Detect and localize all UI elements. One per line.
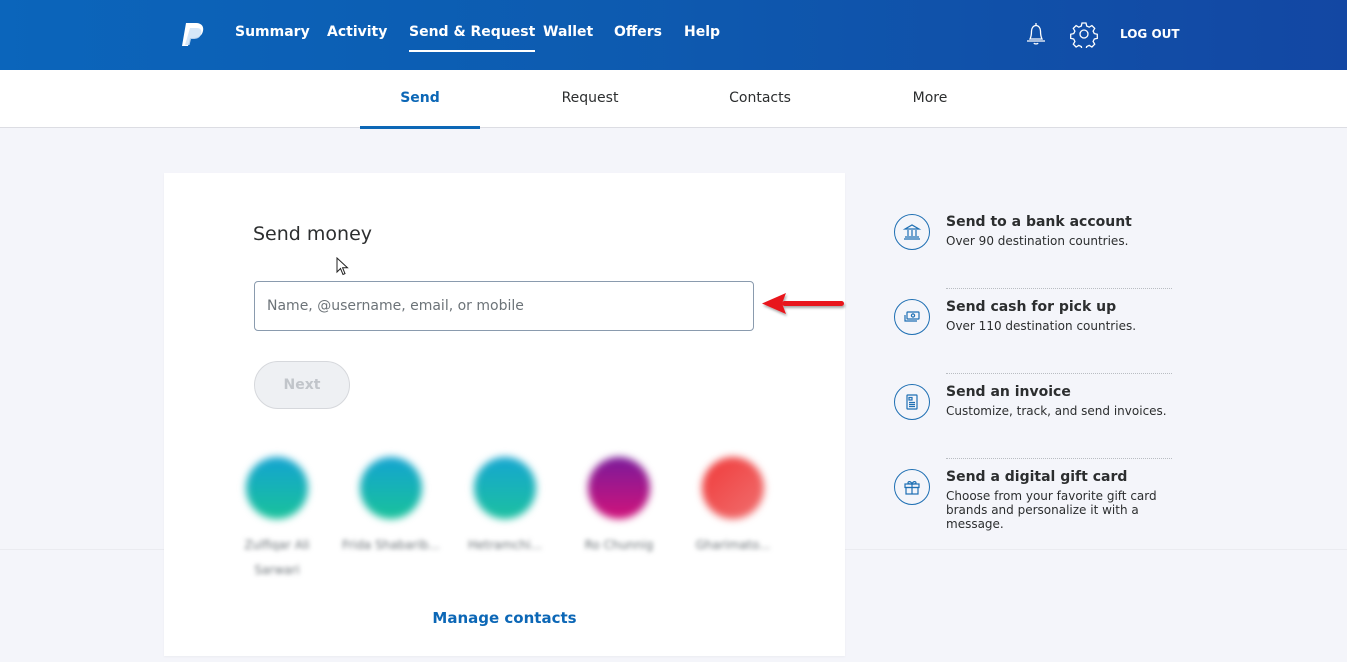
contact-avatar [702, 457, 764, 519]
logout-button[interactable]: LOG OUT [1120, 27, 1180, 41]
option-title: Send a digital gift card [946, 469, 1128, 485]
option-title: Send an invoice [946, 384, 1071, 400]
nav-summary[interactable]: Summary [235, 24, 310, 40]
contact-item[interactable]: Gharimato... [680, 453, 790, 583]
nav-help[interactable]: Help [684, 24, 720, 40]
option-gift-card[interactable]: Send a digital gift card Choose from you… [893, 455, 1173, 545]
top-navigation-bar: Summary Activity Send & Request Wallet O… [0, 0, 1347, 70]
option-title: Send to a bank account [946, 214, 1132, 230]
option-description: Over 90 destination countries. [946, 234, 1129, 248]
contact-name: Gharimato... [695, 538, 771, 552]
recent-contacts: Zulfiqar Ali Sarwari Frida Shabarib... H… [224, 453, 804, 583]
contact-item[interactable]: Frida Shabarib... [338, 453, 448, 583]
manage-contacts-link[interactable]: Manage contacts [164, 609, 845, 627]
option-description: Over 110 destination countries. [946, 319, 1137, 333]
option-title: Send cash for pick up [946, 299, 1117, 315]
option-description: Customize, track, and send invoices. [946, 404, 1167, 418]
send-money-card: Send money Next Zulfiqar Ali Sarwari Fri… [164, 173, 845, 656]
option-bank-account[interactable]: Send to a bank account Over 90 destinati… [893, 200, 1173, 285]
contact-avatar [246, 457, 308, 519]
tab-send[interactable]: Send [360, 70, 480, 129]
paypal-logo[interactable] [180, 20, 208, 48]
contact-item[interactable]: Hetramchi... [452, 453, 562, 583]
send-request-subnav: Send Request Contacts More [0, 70, 1347, 129]
invoice-icon [894, 384, 930, 420]
nav-offers[interactable]: Offers [614, 24, 662, 40]
contact-name: Frida Shabarib... [342, 538, 440, 552]
mouse-cursor-icon [336, 257, 349, 276]
tab-contacts[interactable]: Contacts [700, 70, 820, 128]
gift-icon [894, 469, 930, 505]
contact-item[interactable]: Zulfiqar Ali Sarwari [224, 453, 334, 583]
bank-icon [894, 214, 930, 250]
tab-more[interactable]: More [870, 70, 990, 128]
contact-avatar [588, 457, 650, 519]
tab-request[interactable]: Request [530, 70, 650, 128]
nav-activity[interactable]: Activity [327, 24, 387, 40]
next-button[interactable]: Next [254, 361, 350, 409]
contact-item[interactable]: Ro Chunnig [566, 453, 676, 583]
option-invoice[interactable]: Send an invoice Customize, track, and se… [893, 370, 1173, 455]
nav-wallet[interactable]: Wallet [543, 24, 593, 40]
contact-avatar [474, 457, 536, 519]
cash-icon [894, 299, 930, 335]
annotation-arrow-icon [762, 293, 844, 314]
gear-icon[interactable] [1070, 20, 1098, 48]
contact-avatar [360, 457, 422, 519]
contact-name: Zulfiqar Ali Sarwari [244, 538, 310, 577]
option-description: Choose from your favorite gift card bran… [946, 489, 1157, 531]
recipient-input[interactable] [254, 281, 754, 331]
contact-name: Hetramchi... [467, 538, 543, 552]
bell-icon[interactable] [1022, 20, 1050, 48]
send-money-title: Send money [253, 223, 373, 245]
nav-send-request[interactable]: Send & Request [409, 24, 536, 52]
contact-name: Ro Chunnig [584, 538, 654, 552]
option-cash-pickup[interactable]: Send cash for pick up Over 110 destinati… [893, 285, 1173, 370]
